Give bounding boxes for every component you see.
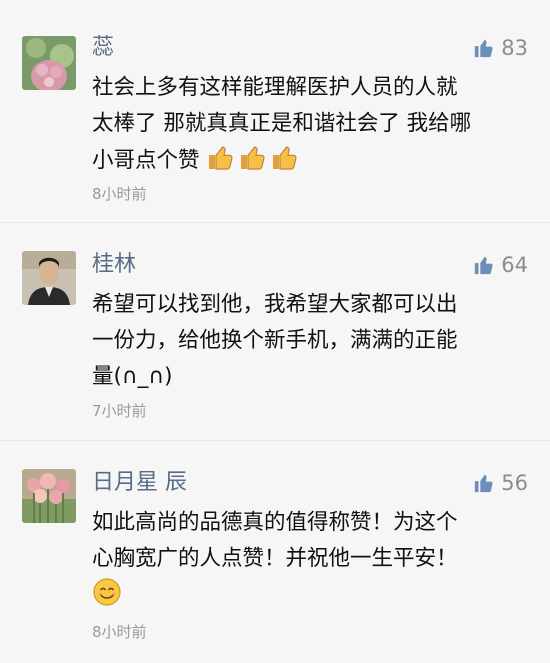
like-count: 64 (501, 253, 528, 277)
like-count: 56 (501, 471, 528, 495)
thumbs-up-icon (475, 256, 493, 275)
comment-timestamp: 8小时前 (92, 623, 147, 641)
comment-line: 如此高尚的品德真的值得称赞！为这个 (92, 510, 458, 535)
smiling-face-emoji (93, 578, 121, 606)
thumbs-up-icon (475, 39, 493, 58)
commenter-name[interactable]: 桂林 (92, 251, 136, 279)
commenter-name[interactable]: 蕊 (92, 34, 114, 62)
like-button[interactable]: 56 (473, 469, 528, 497)
like-button[interactable]: 64 (473, 251, 528, 279)
avatar[interactable] (22, 469, 76, 523)
comment-emoji-line (92, 577, 522, 614)
comment-line: 希望可以找到他，我希望大家都可以出 (92, 292, 458, 317)
like-count: 83 (501, 36, 528, 60)
comment-line: 量(∩_∩) (92, 364, 173, 389)
comment-timestamp: 8小时前 (92, 185, 147, 203)
comment-line-with-emoji: 小哥点个赞 (92, 142, 522, 179)
comment-timestamp: 7小时前 (92, 402, 147, 420)
like-button[interactable]: 83 (473, 34, 528, 62)
comment-item: 桂林 64 希望可以找到他，我希望大家都可以出 一份力，给他换个新手机，满满的正… (0, 223, 550, 438)
thumbs-up-emoji (209, 146, 233, 170)
comment-item: 蕊 83 社会上多有这样能理解医护人员的人就 太棒了 那就真真正是和谐社会了 我… (0, 0, 550, 220)
thumbs-up-icon (475, 474, 493, 493)
thumbs-up-emoji (241, 146, 265, 170)
comment-line: 小哥点个赞 (92, 148, 200, 173)
avatar[interactable] (22, 251, 76, 305)
comment-item: 日月星 辰 56 如此高尚的品德真的值得称赞！为这个 心胸宽广的人点赞！并祝他一… (0, 441, 550, 663)
comment-text: 如此高尚的品德真的值得称赞！为这个 心胸宽广的人点赞！并祝他一生平安！ (92, 505, 522, 614)
comment-line: 太棒了 那就真真正是和谐社会了 我给哪 (92, 111, 472, 136)
thumbs-up-emoji (273, 146, 297, 170)
commenter-name[interactable]: 日月星 辰 (92, 469, 187, 497)
comment-line: 社会上多有这样能理解医护人员的人就 (92, 75, 458, 100)
avatar[interactable] (22, 36, 76, 90)
comment-line: 一份力，给他换个新手机，满满的正能 (92, 328, 458, 353)
comment-text: 社会上多有这样能理解医护人员的人就 太棒了 那就真真正是和谐社会了 我给哪 小哥… (92, 70, 522, 179)
comment-text: 希望可以找到他，我希望大家都可以出 一份力，给他换个新手机，满满的正能 量(∩_… (92, 287, 522, 395)
comment-line: 心胸宽广的人点赞！并祝他一生平安！ (92, 546, 458, 571)
